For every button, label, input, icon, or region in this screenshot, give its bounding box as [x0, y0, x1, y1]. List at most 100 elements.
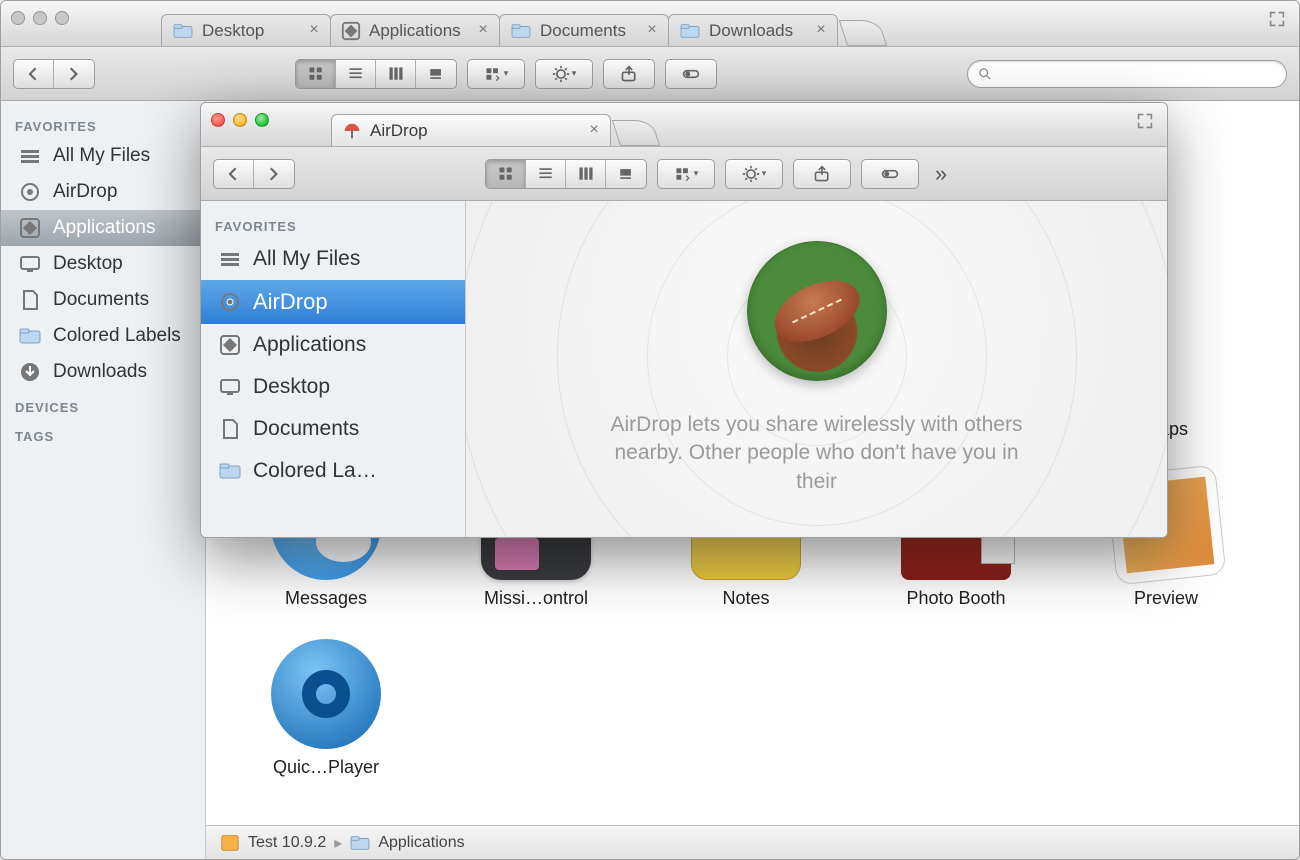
sidebar-item-downloads[interactable]: Downloads — [1, 354, 205, 390]
sidebar-item-label: AirDrop — [53, 181, 117, 203]
app-label: Notes — [722, 588, 769, 609]
folder-icon — [219, 460, 241, 482]
toolbar: ▾ ▾ » — [201, 147, 1167, 201]
sidebar-item-colored-labels[interactable]: Colored Labels — [1, 318, 205, 354]
sidebar-item-label: AirDrop — [253, 289, 328, 315]
download-icon — [19, 361, 41, 383]
search-field[interactable] — [967, 60, 1287, 88]
folder-icon — [19, 325, 41, 347]
apps-icon — [341, 21, 361, 41]
favorites-header: FAVORITES — [201, 209, 465, 238]
path-segment[interactable]: Test 10.9.2 — [248, 834, 326, 852]
close-tab-icon[interactable]: × — [306, 22, 322, 38]
folder-icon — [350, 834, 370, 852]
tab-airdrop[interactable]: AirDrop × — [331, 114, 611, 146]
allmyfiles-icon — [19, 145, 41, 167]
close-button[interactable] — [11, 11, 25, 25]
coverflow-view-button[interactable] — [606, 160, 646, 188]
window-controls — [211, 113, 269, 127]
zoom-button[interactable] — [255, 113, 269, 127]
sidebar-item-desktop[interactable]: Desktop — [201, 366, 465, 408]
new-tab-button[interactable] — [839, 20, 887, 46]
path-separator-icon: ▸ — [334, 833, 342, 853]
tags-button[interactable] — [665, 59, 717, 89]
sidebar-item-colored-labels[interactable]: Colored La… — [201, 450, 465, 492]
arrange-button[interactable]: ▾ — [467, 59, 525, 89]
sidebar-item-airdrop[interactable]: AirDrop — [201, 280, 465, 324]
icon-view-button[interactable] — [296, 60, 336, 88]
minimize-button[interactable] — [233, 113, 247, 127]
column-view-button[interactable] — [376, 60, 416, 88]
titlebar: Desktop × Applications × Documents × Dow… — [1, 1, 1299, 47]
sidebar-item-documents[interactable]: Documents — [201, 408, 465, 450]
app-label: Photo Booth — [906, 588, 1005, 609]
list-view-button[interactable] — [336, 60, 376, 88]
tab-documents[interactable]: Documents × — [499, 14, 669, 46]
sidebar-item-label: Applications — [253, 333, 366, 357]
close-tab-icon[interactable]: × — [813, 22, 829, 38]
coverflow-view-button[interactable] — [416, 60, 456, 88]
arrange-button[interactable]: ▾ — [657, 159, 715, 189]
tab-label: Desktop — [202, 21, 264, 41]
tab-downloads[interactable]: Downloads × — [668, 14, 838, 46]
back-button[interactable] — [14, 60, 54, 88]
apps-icon — [19, 217, 41, 239]
share-button[interactable] — [603, 59, 655, 89]
path-segment[interactable]: Applications — [378, 834, 464, 852]
tab-label: AirDrop — [370, 121, 428, 141]
favorites-header: FAVORITES — [1, 109, 205, 138]
new-tab-button[interactable] — [612, 120, 660, 146]
sidebar-item-documents[interactable]: Documents — [1, 282, 205, 318]
action-button[interactable]: ▾ — [725, 159, 783, 189]
airdrop-message: AirDrop lets you share wirelessly with o… — [602, 411, 1032, 496]
action-button[interactable]: ▾ — [535, 59, 593, 89]
tab-label: Downloads — [709, 21, 793, 41]
close-tab-icon[interactable]: × — [475, 22, 491, 38]
app-label: Messages — [285, 588, 367, 609]
toolbar-overflow-button[interactable]: » — [929, 161, 953, 187]
doc-icon — [219, 418, 241, 440]
list-view-button[interactable] — [526, 160, 566, 188]
finder-window-airdrop: AirDrop × ▾ ▾ » FAVORITES All My Files A… — [200, 102, 1168, 538]
sidebar-item-label: Documents — [253, 417, 359, 441]
desktop-icon — [219, 376, 241, 398]
sidebar-item-label: All My Files — [53, 145, 150, 167]
desktop-icon — [19, 253, 41, 275]
back-button[interactable] — [214, 160, 254, 188]
app-quicktime-player[interactable]: Quic…Player — [246, 639, 406, 778]
folder-icon — [172, 22, 194, 40]
close-tab-icon[interactable]: × — [586, 122, 602, 138]
sidebar-item-all-my-files[interactable]: All My Files — [201, 238, 465, 280]
sidebar-item-label: Desktop — [253, 375, 330, 399]
sidebar-item-airdrop[interactable]: AirDrop — [1, 174, 205, 210]
navigation-buttons — [13, 59, 95, 89]
share-button[interactable] — [793, 159, 851, 189]
close-button[interactable] — [211, 113, 225, 127]
minimize-button[interactable] — [33, 11, 47, 25]
zoom-button[interactable] — [55, 11, 69, 25]
folder-icon — [679, 22, 701, 40]
fullscreen-button[interactable] — [1135, 113, 1155, 129]
icon-view-button[interactable] — [486, 160, 526, 188]
devices-header: DEVICES — [1, 390, 205, 419]
user-avatar — [747, 241, 887, 381]
tab-desktop[interactable]: Desktop × — [161, 14, 331, 46]
fullscreen-button[interactable] — [1267, 11, 1287, 27]
sidebar-item-all-my-files[interactable]: All My Files — [1, 138, 205, 174]
view-mode-buttons — [485, 159, 647, 189]
sidebar-item-label: Applications — [53, 217, 155, 239]
forward-button[interactable] — [54, 60, 94, 88]
airdrop-content: AirDrop lets you share wirelessly with o… — [466, 201, 1167, 537]
tab-applications[interactable]: Applications × — [330, 14, 500, 46]
sidebar-item-applications[interactable]: Applications — [1, 210, 205, 246]
tags-header: TAGS — [1, 419, 205, 448]
close-tab-icon[interactable]: × — [644, 22, 660, 38]
forward-button[interactable] — [254, 160, 294, 188]
sidebar-item-desktop[interactable]: Desktop — [1, 246, 205, 282]
sidebar-item-label: Documents — [53, 289, 149, 311]
search-icon — [978, 67, 992, 81]
tags-button[interactable] — [861, 159, 919, 189]
sidebar-item-applications[interactable]: Applications — [201, 324, 465, 366]
app-label: Preview — [1134, 588, 1198, 609]
column-view-button[interactable] — [566, 160, 606, 188]
